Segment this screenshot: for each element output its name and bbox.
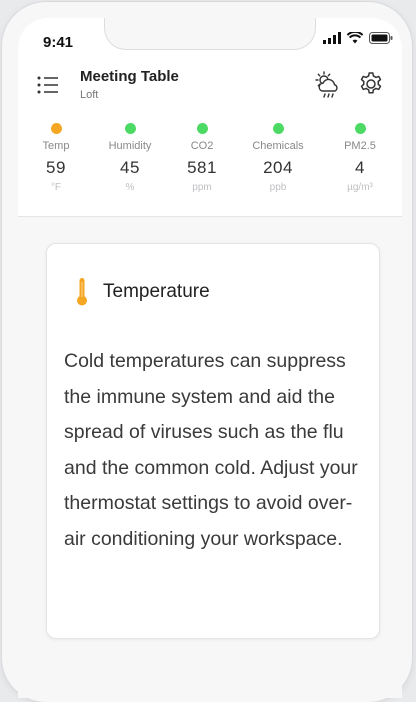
metric-humidity[interactable]: Humidity 45 % (94, 120, 166, 216)
card-title: Temperature (103, 281, 210, 302)
metric-label: CO2 (190, 140, 214, 152)
metric-value: 59 (46, 158, 66, 177)
settings-button[interactable] (358, 71, 384, 97)
thermometer-icon (77, 278, 87, 306)
status-dot (272, 123, 284, 134)
card-body-text: Cold temperatures can suppress the immun… (64, 350, 358, 550)
status-dot (50, 123, 62, 134)
status-dot (196, 123, 208, 134)
metric-value: 45 (120, 158, 140, 177)
metric-chemicals[interactable]: Chemicals 204 ppb (238, 120, 318, 216)
list-menu-icon (37, 76, 58, 94)
weather-cloud-sun-icon (315, 71, 338, 98)
metric-label: Chemicals (252, 140, 304, 152)
status-dot (354, 123, 366, 134)
battery-icon (369, 32, 393, 44)
status-icons (323, 32, 393, 44)
wifi-icon (347, 32, 363, 44)
phone-notch (104, 18, 316, 50)
metrics-row: Temp 59 °F Humidity 45 % CO2 581 ppm Che… (18, 120, 402, 216)
menu-button[interactable] (36, 74, 60, 96)
status-dot (124, 123, 136, 134)
metric-unit: ppm (192, 182, 212, 193)
gear-icon (360, 72, 382, 94)
app-screen: 9:41 Meeting Table Loft Temp 59 °F Humid… (18, 18, 402, 698)
metric-unit: % (125, 182, 135, 193)
insight-card: Temperature Cold temperatures can suppre… (46, 243, 380, 639)
metric-value: 581 (187, 158, 217, 177)
metric-unit: ppb (269, 182, 287, 193)
metric-value: 204 (263, 158, 293, 177)
metric-label: Humidity (108, 140, 152, 152)
device-title: Meeting Table (80, 68, 179, 85)
metric-label: Temp (42, 140, 70, 152)
metric-temp[interactable]: Temp 59 °F (18, 120, 94, 216)
metric-unit: °F (50, 182, 62, 193)
signal-icon (323, 32, 341, 44)
device-title-block[interactable]: Meeting Table Loft (80, 68, 179, 101)
phone-frame: 9:41 Meeting Table Loft Temp 59 °F Humid… (2, 2, 412, 702)
card-header: Temperature (75, 277, 210, 307)
device-location: Loft (80, 89, 99, 101)
metric-unit: µg/m³ (347, 182, 373, 193)
metric-co2[interactable]: CO2 581 ppm (166, 120, 238, 216)
status-time: 9:41 (43, 34, 74, 51)
metric-value: 4 (355, 158, 365, 177)
weather-button[interactable] (313, 70, 343, 100)
metric-label: PM2.5 (344, 140, 376, 152)
app-header: Meeting Table Loft (18, 64, 402, 120)
metric-pm25[interactable]: PM2.5 4 µg/m³ (318, 120, 402, 216)
